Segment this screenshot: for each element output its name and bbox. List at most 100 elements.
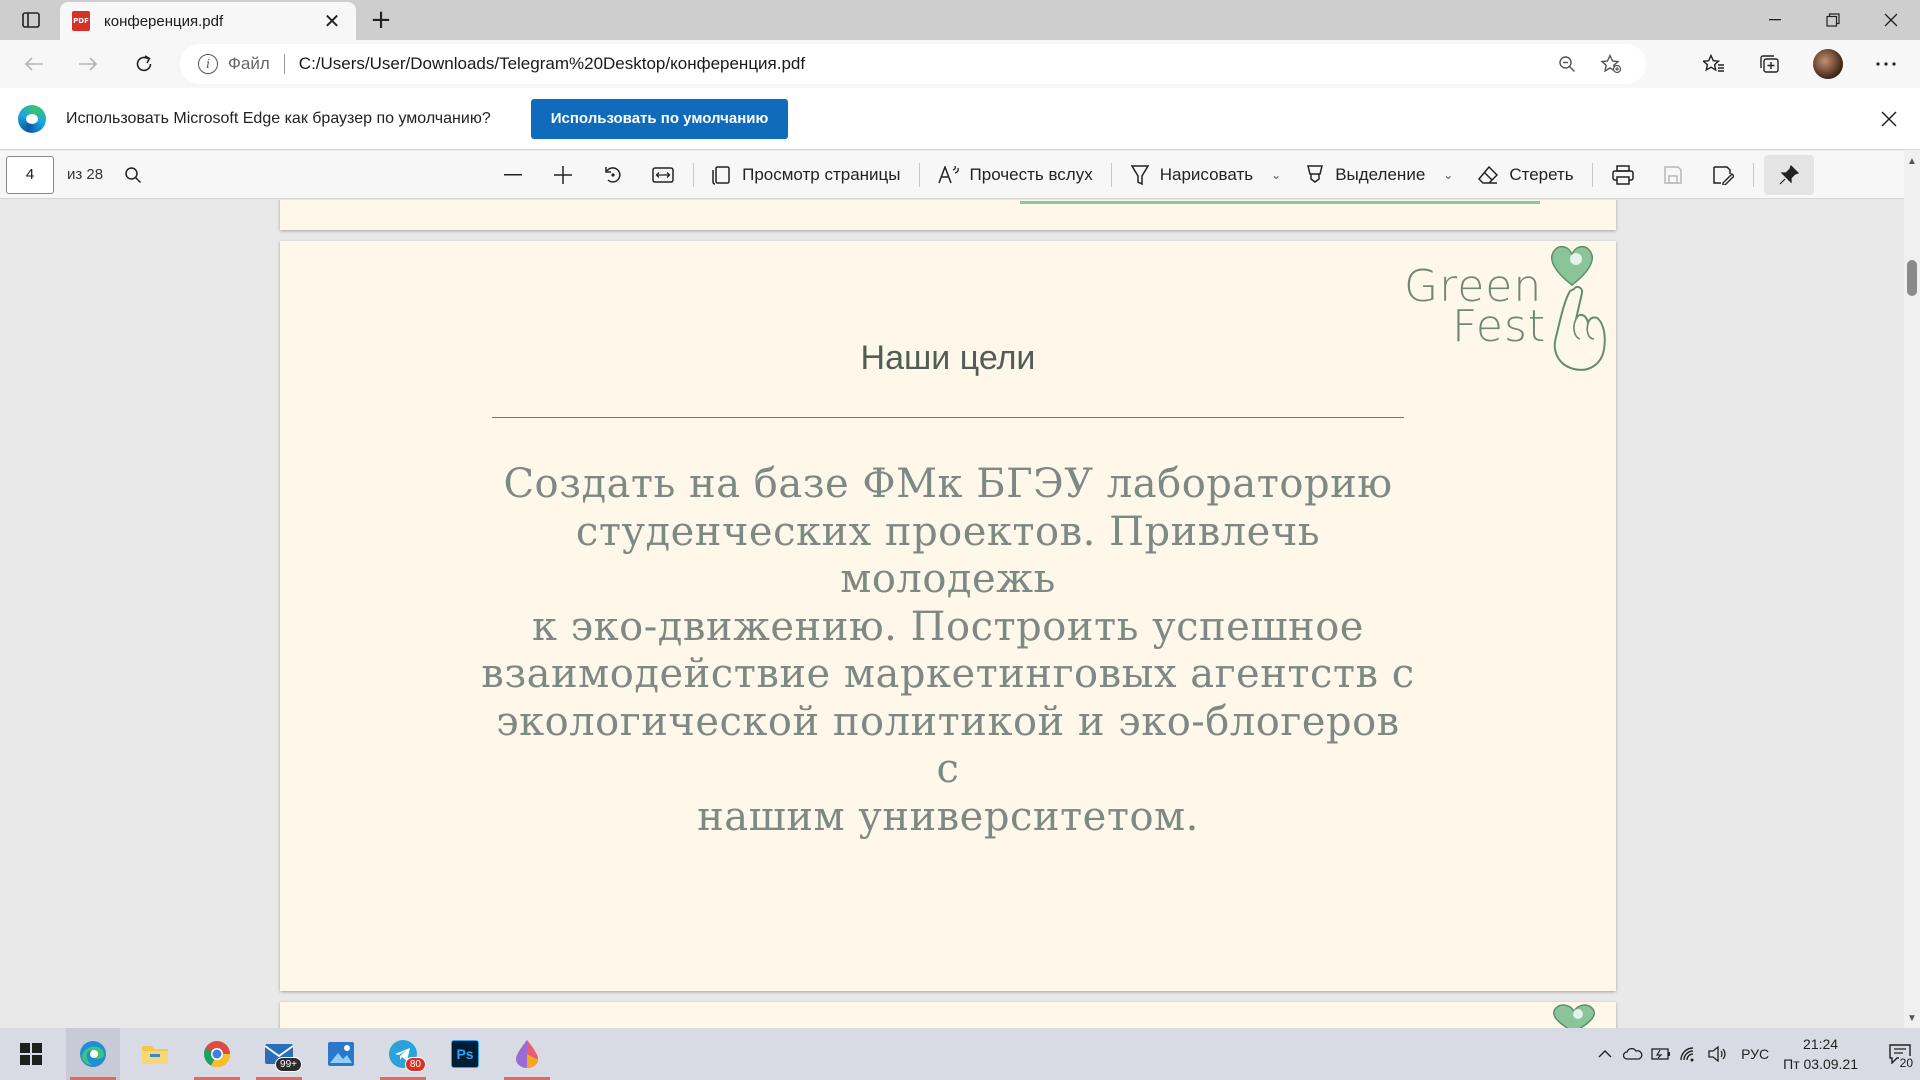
scheme-label: Файл — [228, 54, 270, 73]
vertical-scrollbar[interactable]: ▲ ▼ — [1904, 150, 1920, 1028]
goals-line: студенческих проектов. Привлечь молодежь — [575, 508, 1321, 603]
collections-icon[interactable] — [1750, 46, 1790, 82]
tab-title: конференция.pdf — [104, 12, 224, 30]
pin-toolbar-icon[interactable] — [1763, 154, 1814, 195]
zoom-out-icon[interactable] — [493, 155, 533, 195]
photos-icon — [328, 1042, 354, 1066]
address-bar[interactable]: i Файл C:/Users/User/Downloads/Telegram%… — [180, 44, 1646, 84]
site-info-icon[interactable]: i — [198, 54, 218, 74]
back-icon[interactable] — [16, 46, 52, 82]
divider — [918, 162, 920, 187]
notifications-icon[interactable]: 20 — [1880, 1028, 1920, 1080]
decorative-strip — [1020, 201, 1540, 204]
wifi-icon[interactable] — [1675, 1028, 1703, 1080]
page-total-label: из 28 — [67, 166, 104, 183]
current-page: Green Fest Наши цели Создать на базе ФМк… — [280, 241, 1616, 991]
taskbar-photos[interactable] — [314, 1028, 368, 1080]
rotate-icon[interactable] — [593, 155, 633, 195]
clock-time: 21:24 — [1803, 1036, 1839, 1052]
taskbar-edge[interactable] — [66, 1028, 120, 1080]
fit-to-width-icon[interactable] — [643, 155, 683, 195]
previous-page — [280, 200, 1616, 230]
page-number-input[interactable]: 4 — [6, 155, 54, 194]
highlighter-icon — [1305, 164, 1325, 186]
divider — [1110, 162, 1112, 187]
scroll-down-icon[interactable]: ▼ — [1907, 1013, 1917, 1024]
system-tray: РУС 21:24 Пт 03.09.21 20 — [1591, 1028, 1920, 1080]
input-language[interactable]: РУС — [1741, 1046, 1769, 1062]
start-button[interactable] — [4, 1028, 58, 1080]
read-aloud-button[interactable]: Прочесть вслух — [930, 155, 1101, 195]
windows-taskbar: 99+ 80 Ps РУС 21:24 Пт 03.09.21 20 — [0, 1028, 1920, 1080]
save-icon[interactable] — [1653, 155, 1693, 195]
draw-button[interactable]: Нарисовать ⌄ — [1122, 155, 1289, 195]
window-controls — [1746, 0, 1920, 40]
erase-button[interactable]: Стереть — [1469, 155, 1581, 195]
edge-logo-icon — [18, 104, 46, 133]
divider — [693, 162, 695, 187]
refresh-icon[interactable] — [126, 46, 162, 82]
show-hidden-icons-icon[interactable] — [1591, 1028, 1619, 1080]
taskbar-explorer[interactable] — [128, 1028, 182, 1080]
favorites-icon[interactable] — [1694, 46, 1734, 82]
taskbar-chrome[interactable] — [190, 1028, 244, 1080]
divider — [283, 54, 285, 74]
active-tab[interactable]: PDF конференция.pdf ✕ — [60, 2, 356, 40]
close-window-icon[interactable] — [1862, 0, 1920, 40]
save-as-icon[interactable] — [1703, 155, 1743, 195]
title-bar: PDF конференция.pdf ✕ + — [0, 0, 1920, 40]
add-favorite-icon[interactable] — [1594, 47, 1628, 81]
goals-line: к эко-движению. Построить успешное — [532, 603, 1364, 650]
url-text[interactable]: C:/Users/User/Downloads/Telegram%20Deskt… — [299, 54, 1540, 74]
chevron-down-icon[interactable]: ⌄ — [1271, 168, 1281, 182]
onedrive-icon[interactable] — [1619, 1028, 1647, 1080]
read-aloud-label: Прочесть вслух — [969, 164, 1093, 184]
volume-icon[interactable] — [1703, 1028, 1731, 1080]
edge-icon — [80, 1041, 106, 1067]
next-page — [280, 1002, 1616, 1028]
navigation-bar: i Файл C:/Users/User/Downloads/Telegram%… — [0, 40, 1920, 88]
goals-line: взаимодействие маркетинговых агентств с — [481, 651, 1415, 697]
infobar-close-icon[interactable] — [1876, 106, 1902, 132]
avatar — [1813, 49, 1843, 79]
scroll-thumb[interactable] — [1907, 260, 1917, 296]
pdf-viewport[interactable]: Green Fest Наши цели Создать на базе ФМк… — [0, 200, 1904, 1028]
taskbar-mail[interactable]: 99+ — [252, 1028, 306, 1080]
highlight-label: Выделение — [1335, 164, 1426, 184]
clock[interactable]: 21:24 Пт 03.09.21 — [1783, 1034, 1858, 1074]
chevron-down-icon[interactable]: ⌄ — [1443, 168, 1453, 182]
page-title: Наши цели — [860, 339, 1036, 377]
infobar-message: Использовать Microsoft Edge как браузер … — [66, 109, 491, 127]
page-view-button[interactable]: Просмотр страницы — [704, 155, 908, 195]
more-menu-icon[interactable] — [1866, 46, 1906, 82]
minimize-icon[interactable] — [1746, 0, 1804, 40]
taskbar-photoshop[interactable]: Ps — [438, 1028, 492, 1080]
page-view-icon — [712, 165, 732, 185]
eraser-icon — [1477, 165, 1499, 185]
tab-actions-icon[interactable] — [14, 6, 48, 34]
restore-icon[interactable] — [1804, 0, 1862, 40]
search-icon[interactable] — [113, 155, 153, 195]
tab-close-icon[interactable]: ✕ — [320, 9, 344, 34]
profile-avatar[interactable] — [1808, 46, 1848, 82]
mail-badge: 99+ — [275, 1057, 302, 1072]
read-aloud-icon — [937, 165, 960, 184]
scroll-up-icon[interactable]: ▲ — [1907, 156, 1917, 167]
new-tab-button[interactable]: + — [366, 6, 396, 36]
clock-date: Пт 03.09.21 — [1783, 1056, 1858, 1072]
drop-paint-icon — [516, 1040, 538, 1068]
draw-label: Нарисовать — [1159, 164, 1254, 184]
taskbar-paint-app[interactable] — [500, 1028, 554, 1080]
battery-icon[interactable] — [1647, 1028, 1675, 1080]
page-view-label: Просмотр страницы — [742, 164, 901, 184]
draw-pen-icon — [1130, 164, 1150, 186]
highlight-button[interactable]: Выделение ⌄ — [1297, 155, 1461, 195]
chrome-icon — [204, 1041, 230, 1067]
taskbar-telegram[interactable]: 80 — [376, 1028, 430, 1080]
zoom-icon[interactable] — [1550, 47, 1584, 81]
set-default-button[interactable]: Использовать по умолчанию — [530, 98, 789, 139]
print-icon[interactable] — [1603, 155, 1643, 195]
forward-icon[interactable] — [70, 46, 106, 82]
pdf-file-icon: PDF — [72, 11, 90, 31]
zoom-in-icon[interactable] — [543, 155, 583, 195]
